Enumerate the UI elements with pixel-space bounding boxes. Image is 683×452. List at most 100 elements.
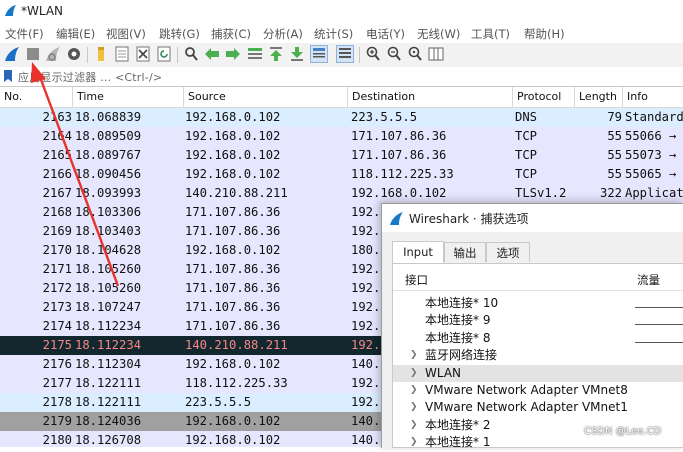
- table-row[interactable]: 2164 18.089509 192.168.0.102 171.107.86.36 T…: [0, 127, 683, 146]
- column-header-destination[interactable]: Destination: [347, 87, 512, 107]
- close-file-icon[interactable]: [134, 45, 152, 63]
- table-row[interactable]: 2167 18.093993 140.210.88.211 192.168.0.102…: [0, 184, 683, 203]
- expand-chevron-icon[interactable]: ❯: [410, 365, 418, 382]
- colorize-icon[interactable]: [336, 45, 354, 63]
- open-folder-icon[interactable]: [92, 45, 110, 63]
- dialog-title-bar: Wireshark · 捕获选项: [382, 204, 683, 232]
- expand-chevron-icon[interactable]: ❯: [410, 347, 418, 364]
- display-filter-bar[interactable]: 应用显示过滤器 … <Ctrl-/>: [0, 67, 683, 87]
- packet-source: 192.168.0.102: [185, 110, 281, 124]
- packet-time: 18.112234: [75, 338, 142, 352]
- wireshark-fin-icon: [5, 5, 16, 16]
- go-first-icon[interactable]: [267, 45, 285, 63]
- tab-input[interactable]: Input: [392, 241, 444, 263]
- capture-options-dialog: Wireshark · 捕获选项 Input 输出 选项 接口 流量 本地连接*…: [381, 203, 683, 451]
- go-back-arrow-icon[interactable]: [203, 45, 221, 63]
- display-filter-input[interactable]: 应用显示过滤器 … <Ctrl-/>: [18, 69, 162, 85]
- zoom-out-icon[interactable]: [385, 45, 403, 63]
- expand-chevron-icon[interactable]: ❯: [410, 434, 418, 451]
- menu-go[interactable]: 跳转(G): [159, 26, 200, 42]
- zoom-normal-icon[interactable]: [406, 45, 424, 63]
- interface-name: 本地连接* 10: [425, 296, 499, 310]
- column-header-source[interactable]: Source: [183, 87, 347, 107]
- capture-options-gear-icon[interactable]: [65, 45, 83, 63]
- stop-square-icon[interactable]: [24, 45, 42, 63]
- restart-fin-icon[interactable]: [44, 45, 62, 63]
- interface-name: 本地连接* 1: [425, 435, 491, 450]
- packet-protocol: DNS: [515, 110, 538, 124]
- packet-number: 2172: [42, 281, 72, 295]
- menu-wireless[interactable]: 无线(W): [417, 26, 460, 42]
- bookmark-icon[interactable]: [3, 70, 13, 82]
- packet-time: 18.090456: [75, 167, 142, 181]
- packet-number: 2164: [42, 129, 72, 143]
- packet-source: 192.168.0.102: [185, 414, 281, 428]
- packet-number: 2176: [42, 357, 72, 371]
- interface-panel: 接口 流量 本地连接* 10 本地连接* 9 本地连接* 8 ❯ 蓝牙网络连接 ❯ WLAN…: [392, 263, 683, 451]
- menu-telephony[interactable]: 电话(Y): [366, 26, 405, 42]
- menu-edit[interactable]: 编辑(E): [56, 26, 95, 42]
- column-header-traffic[interactable]: 流量: [637, 272, 660, 288]
- interface-name: 蓝牙网络连接: [425, 348, 498, 363]
- go-to-packet-icon[interactable]: [246, 45, 264, 63]
- menu-help[interactable]: 帮助(H): [524, 26, 565, 42]
- packet-length: 55: [607, 129, 622, 143]
- packet-source: 192.168.0.102: [185, 243, 281, 257]
- column-header-info[interactable]: Info: [622, 87, 683, 107]
- go-forward-arrow-icon[interactable]: [224, 45, 242, 63]
- interface-row[interactable]: 本地连接* 9: [393, 312, 683, 329]
- packet-source: 171.107.86.36: [185, 281, 281, 295]
- toolbar-separator: [177, 47, 178, 63]
- interface-row[interactable]: ❯ 蓝牙网络连接: [393, 347, 683, 364]
- expand-chevron-icon[interactable]: ❯: [410, 382, 418, 399]
- resize-columns-icon[interactable]: [427, 45, 445, 63]
- column-header-interface[interactable]: 接口: [405, 272, 428, 288]
- column-header-protocol[interactable]: Protocol: [512, 87, 574, 107]
- packet-number: 2173: [42, 300, 72, 314]
- packet-time: 18.068839: [75, 110, 142, 124]
- interface-row[interactable]: ❯ VMware Network Adapter VMnet1: [393, 399, 683, 416]
- packet-info: 55066 →: [625, 129, 677, 143]
- zoom-in-icon[interactable]: [364, 45, 382, 63]
- save-file-icon[interactable]: [113, 45, 131, 63]
- shark-fin-start-icon[interactable]: [3, 45, 21, 63]
- auto-scroll-icon[interactable]: [310, 45, 328, 63]
- packet-time: 18.122111: [75, 395, 142, 409]
- interface-row[interactable]: ❯ VMware Network Adapter VMnet8: [393, 382, 683, 399]
- table-row[interactable]: 2165 18.089767 192.168.0.102 171.107.86.36 T…: [0, 146, 683, 165]
- interface-name: VMware Network Adapter VMnet1: [425, 400, 628, 415]
- packet-time: 18.124036: [75, 414, 142, 428]
- packet-source: 192.168.0.102: [185, 357, 281, 371]
- column-header-no[interactable]: No.: [0, 87, 72, 107]
- column-header-length[interactable]: Length: [574, 87, 622, 107]
- packet-time: 18.105260: [75, 281, 142, 295]
- menu-capture[interactable]: 捕获(C): [211, 26, 251, 42]
- tab-options[interactable]: 选项: [486, 242, 530, 262]
- packet-destination: 118.112.225.33: [351, 167, 454, 181]
- packet-time: 18.126708: [75, 433, 142, 447]
- title-bar: *WLAN: [0, 0, 683, 22]
- go-last-icon[interactable]: [288, 45, 306, 63]
- menu-analyze[interactable]: 分析(A): [263, 26, 303, 42]
- expand-chevron-icon[interactable]: ❯: [410, 417, 418, 434]
- column-header-time[interactable]: Time: [72, 87, 183, 107]
- interface-row[interactable]: ❯ WLAN: [393, 364, 683, 382]
- reload-icon[interactable]: [155, 45, 173, 63]
- packet-info: Standard: [625, 110, 683, 124]
- menu-view[interactable]: 视图(V): [106, 26, 146, 42]
- table-row[interactable]: 2166 18.090456 192.168.0.102 118.112.225.33…: [0, 165, 683, 184]
- packet-info: Applicat: [625, 186, 683, 200]
- packet-length: 322: [599, 186, 622, 200]
- packet-length: 55: [607, 148, 622, 162]
- table-row[interactable]: 2163 18.068839 192.168.0.102 223.5.5.5 DNS 79…: [0, 108, 683, 127]
- menu-statistics[interactable]: 统计(S): [314, 26, 353, 42]
- packet-source: 192.168.0.102: [185, 167, 281, 181]
- packet-destination: 192.168.0.102: [351, 186, 447, 200]
- interface-row[interactable]: 本地连接* 10: [393, 295, 683, 312]
- interface-row[interactable]: 本地连接* 8: [393, 330, 683, 347]
- menu-tools[interactable]: 工具(T): [471, 26, 510, 42]
- expand-chevron-icon[interactable]: ❯: [410, 399, 418, 416]
- menu-file[interactable]: 文件(F): [5, 26, 44, 42]
- find-magnifier-icon[interactable]: [182, 45, 200, 63]
- tab-output[interactable]: 输出: [444, 242, 486, 262]
